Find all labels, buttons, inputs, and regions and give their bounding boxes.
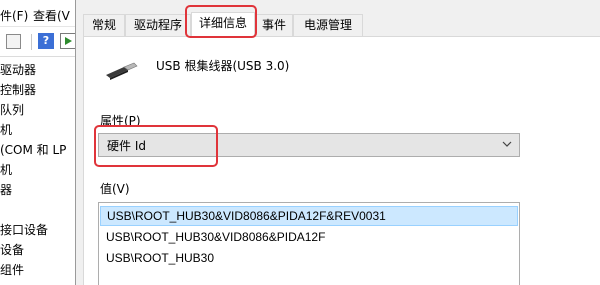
tree-item[interactable]: 接口设备 — [0, 221, 80, 240]
menu-file[interactable]: 件(F) — [0, 7, 28, 24]
property-highlight — [94, 125, 218, 167]
list-item[interactable]: USB\ROOT_HUB30&VID8086&PIDA12F — [100, 227, 518, 247]
chevron-down-icon — [502, 141, 512, 147]
list-item[interactable]: USB\ROOT_HUB30&VID8086&PIDA12F&REV0031 — [100, 206, 518, 226]
menu-bar: 件(F) 查看(V — [0, 0, 80, 27]
menu-view[interactable]: 查看(V — [33, 7, 70, 24]
usb-icon — [106, 62, 138, 80]
tab-power-management[interactable]: 电源管理 — [293, 14, 363, 36]
toolbar-separator — [31, 34, 32, 50]
properties-dialog: 常规 驱动程序 详细信息 事件 电源管理 USB 根集线器(USB 3.0) 属… — [75, 0, 600, 285]
value-label: 值(V) — [100, 182, 130, 196]
tree-item[interactable]: 队列 — [0, 101, 80, 120]
tree-item[interactable] — [0, 201, 80, 220]
tree-item[interactable]: 设备 — [0, 241, 80, 260]
tree-item[interactable]: 器 — [0, 181, 80, 200]
device-name: USB 根集线器(USB 3.0) — [156, 59, 290, 73]
help-icon[interactable]: ? — [38, 33, 54, 49]
tab-strip: 常规 驱动程序 详细信息 事件 电源管理 — [83, 12, 600, 37]
tree-item[interactable]: (COM 和 LP — [0, 141, 80, 160]
tree-item[interactable]: 机 — [0, 121, 80, 140]
tab-driver[interactable]: 驱动程序 — [125, 14, 191, 36]
tree-item[interactable]: 组件 — [0, 261, 80, 280]
tab-events[interactable]: 事件 — [255, 14, 293, 36]
run-icon[interactable] — [60, 33, 76, 49]
tree-item[interactable]: 机 — [0, 161, 80, 180]
tree-item[interactable]: 控制器 — [0, 81, 80, 100]
tab-general[interactable]: 常规 — [83, 14, 125, 36]
list-item[interactable]: USB\ROOT_HUB30 — [100, 248, 518, 268]
properties-icon[interactable] — [6, 34, 21, 49]
tree-item[interactable]: 驱动器 — [0, 61, 80, 80]
details-tab-highlight — [185, 5, 257, 38]
toolbar: ? — [0, 27, 80, 57]
details-panel: USB 根集线器(USB 3.0) 属性(P) 硬件 Id 值(V) USB\R… — [83, 36, 600, 285]
value-list[interactable]: USB\ROOT_HUB30&VID8086&PIDA12F&REV0031 U… — [98, 202, 520, 285]
device-manager-window: 件(F) 查看(V ? 驱动器 控制器 队列 机 (COM 和 LP 机 器 接… — [0, 0, 80, 285]
